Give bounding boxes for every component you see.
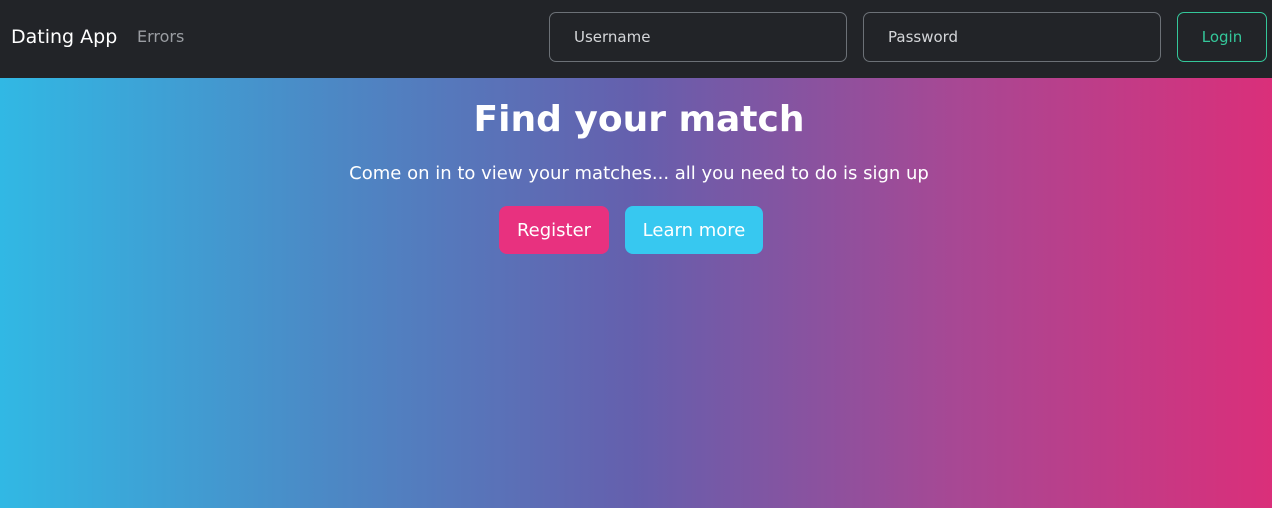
hero-subtitle: Come on in to view your matches... all y… [349,163,929,184]
navbar: Dating App Errors Login [0,0,1272,78]
password-input[interactable] [863,12,1161,62]
brand-link[interactable]: Dating App [11,24,117,50]
nav-link-errors[interactable]: Errors [137,27,184,47]
login-button[interactable]: Login [1177,12,1267,62]
username-input[interactable] [549,12,847,62]
hero-title: Find your match [473,99,805,140]
learn-more-button[interactable]: Learn more [625,206,763,254]
hero-section: Find your match Come on in to view your … [0,78,1272,508]
register-button[interactable]: Register [499,206,609,254]
